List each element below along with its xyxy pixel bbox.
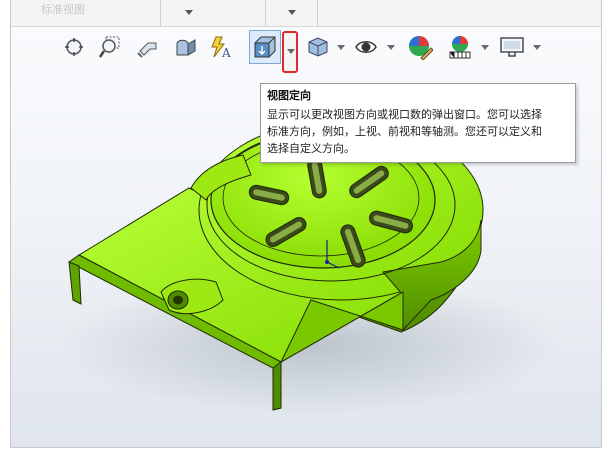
view-orientation-dropdown[interactable] [282, 31, 298, 73]
tooltip-line: 标准方向，例如，上视、前视和等轴测。您还可以定义和 [267, 125, 542, 138]
edit-appearance-button[interactable] [405, 32, 435, 62]
view-orientation-icon [254, 36, 276, 58]
tooltip-title: 视图定向 [267, 89, 311, 102]
chevron-down-icon[interactable] [481, 45, 489, 50]
display-style-icon [308, 37, 328, 57]
chevron-down-icon [287, 49, 295, 54]
section-view-button[interactable] [171, 32, 201, 62]
section-view-icon [176, 39, 196, 56]
view-orientation-button[interactable] [249, 30, 281, 64]
tooltip-line: 显示可以更改视图方向或视口数的弹出窗口。您可以选择 [267, 108, 542, 121]
view-settings-button[interactable] [497, 32, 527, 62]
zoom-to-fit-icon [65, 38, 83, 56]
view-settings-icon [500, 37, 524, 57]
chevron-down-icon[interactable] [337, 45, 345, 50]
zoom-to-area-icon [98, 36, 120, 58]
dynamic-annotation-icon: A [211, 36, 231, 59]
previous-view-icon [137, 42, 157, 58]
zoom-to-fit-button[interactable] [59, 32, 89, 62]
svg-text:A: A [221, 46, 231, 59]
view-orientation-tooltip: 视图定向 显示可以更改视图方向或视口数的弹出窗口。您可以选择 标准方向，例如，上… [260, 83, 576, 163]
edit-appearance-icon [409, 36, 433, 60]
zoom-to-area-button[interactable] [95, 32, 125, 62]
display-style-button[interactable] [303, 32, 333, 62]
apply-scene-button[interactable] [445, 32, 475, 62]
chevron-down-icon[interactable] [533, 45, 541, 50]
tooltip-body: 显示可以更改视图方向或视口数的弹出窗口。您可以选择 标准方向，例如，上视、前视和… [267, 106, 569, 157]
previous-view-button[interactable] [133, 32, 163, 62]
tooltip-line: 选择自定义方向。 [267, 142, 355, 155]
dynamic-annotation-button[interactable]: A [207, 32, 237, 62]
hide-show-items-icon [355, 41, 377, 53]
graphics-area[interactable]: 标准视图 A 视图定向 显示可以更改视图方向或视口数的弹出窗口。您可以选择 标准… [10, 0, 602, 448]
chevron-down-icon[interactable] [387, 45, 395, 50]
hide-show-items-button[interactable] [351, 32, 381, 62]
apply-scene-icon [449, 36, 471, 59]
heads-up-view-toolbar: A [11, 30, 601, 73]
